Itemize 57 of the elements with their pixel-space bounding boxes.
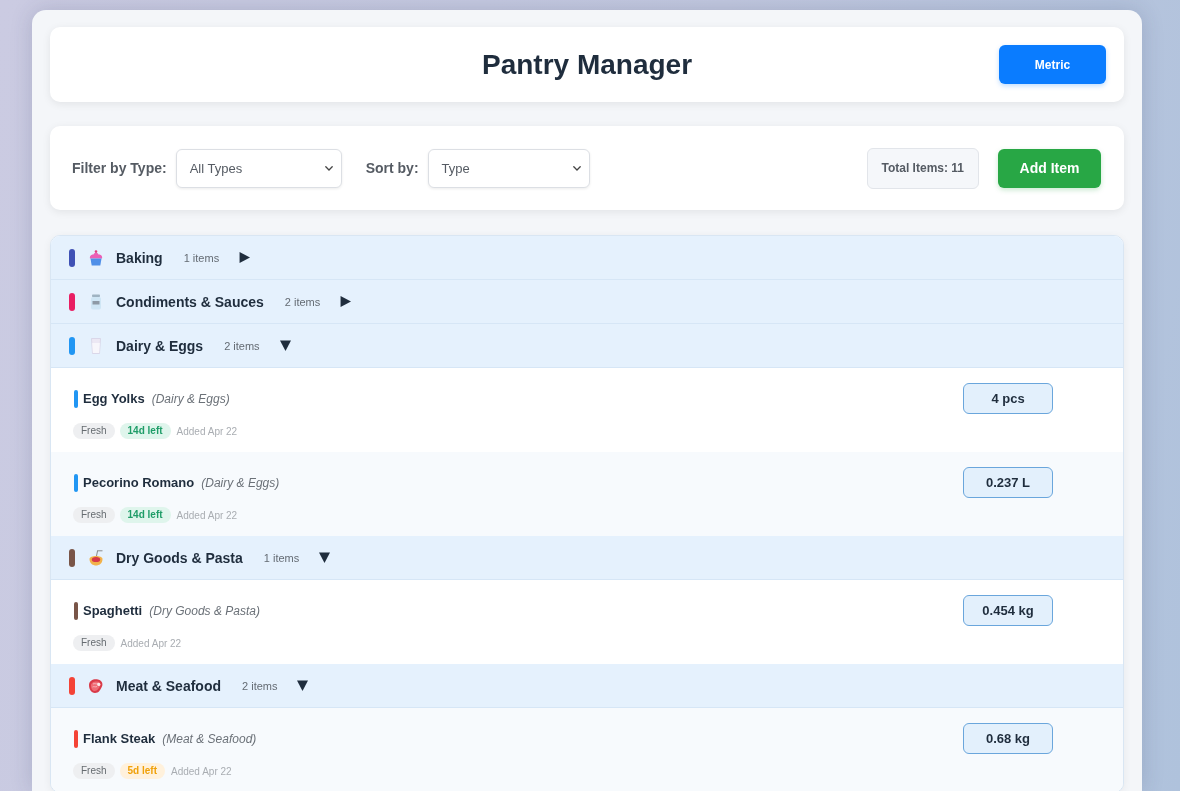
sort-label: Sort by: bbox=[365, 160, 419, 176]
group-header[interactable]: Baking 1 items bbox=[51, 236, 1123, 280]
steak-icon bbox=[88, 677, 104, 694]
group-name: Dairy & Eggs bbox=[116, 337, 204, 354]
added-date: Added Apr 22 bbox=[171, 765, 232, 777]
filter-label: Filter by Type: bbox=[72, 160, 167, 176]
group-item-count: 1 items bbox=[183, 251, 220, 264]
item-category: (Dairy & Eggs) bbox=[201, 475, 280, 490]
group-item-count: 2 items bbox=[284, 295, 321, 308]
type-filter-select[interactable]: All Types bbox=[175, 148, 342, 188]
group-header[interactable]: Condiments & Sauces 2 items bbox=[51, 280, 1123, 324]
caret-icon[interactable] bbox=[319, 552, 331, 563]
added-date: Added Apr 22 bbox=[176, 425, 238, 437]
status-badge: Fresh bbox=[73, 635, 115, 651]
expiry-badge: 14d left bbox=[119, 507, 171, 523]
group-name: Condiments & Sauces bbox=[116, 293, 264, 310]
pasta-bowl-icon bbox=[88, 549, 104, 566]
status-badge: Fresh bbox=[73, 507, 115, 523]
item-name: Pecorino Romano bbox=[83, 475, 195, 490]
group-name: Dry Goods & Pasta bbox=[116, 549, 243, 566]
added-date: Added Apr 22 bbox=[176, 509, 238, 521]
expiry-badge: 5d left bbox=[119, 763, 165, 779]
group-item-count: 2 items bbox=[224, 339, 260, 352]
item-category: (Dairy & Eggs) bbox=[151, 391, 230, 406]
group-name: Meat & Seafood bbox=[116, 677, 221, 694]
item-category: (Meat & Seafood) bbox=[162, 731, 257, 746]
status-badge: Fresh bbox=[73, 423, 115, 439]
quantity-badge: 0.237 L bbox=[963, 467, 1053, 498]
item-name: Flank Steak bbox=[83, 731, 156, 746]
app-title: Pantry Manager bbox=[481, 48, 693, 81]
group-name: Baking bbox=[116, 249, 163, 266]
item-name: Spaghetti bbox=[83, 603, 143, 618]
group-header[interactable]: Dry Goods & Pasta 1 items bbox=[51, 536, 1123, 580]
status-badge: Fresh bbox=[73, 763, 115, 779]
jar-icon bbox=[88, 293, 104, 310]
caret-icon[interactable] bbox=[279, 340, 291, 351]
total-items-counter: Total Items: 11 bbox=[866, 147, 979, 189]
item-category: (Dry Goods & Pasta) bbox=[149, 603, 260, 618]
chevron-down-icon bbox=[572, 165, 581, 171]
unit-toggle-button[interactable]: Metric bbox=[999, 45, 1106, 84]
chevron-down-icon bbox=[324, 165, 333, 171]
sort-select[interactable]: Type bbox=[427, 148, 590, 188]
group-item-count: 2 items bbox=[242, 679, 278, 692]
caret-icon[interactable] bbox=[340, 296, 352, 307]
group-header[interactable]: Meat & Seafood 2 items bbox=[51, 664, 1123, 708]
quantity-badge: 0.68 kg bbox=[963, 723, 1053, 754]
glass-icon bbox=[88, 337, 104, 354]
added-date: Added Apr 22 bbox=[120, 637, 182, 649]
item-name: Egg Yolks bbox=[83, 391, 145, 406]
group-item-count: 1 items bbox=[263, 551, 300, 564]
quantity-badge: 4 pcs bbox=[963, 383, 1053, 414]
caret-icon[interactable] bbox=[297, 680, 309, 691]
expiry-badge: 14d left bbox=[119, 423, 171, 439]
caret-icon[interactable] bbox=[239, 252, 251, 263]
cupcake-icon bbox=[88, 249, 104, 266]
group-header[interactable]: Dairy & Eggs 2 items bbox=[51, 324, 1123, 368]
quantity-badge: 0.454 kg bbox=[963, 595, 1053, 626]
